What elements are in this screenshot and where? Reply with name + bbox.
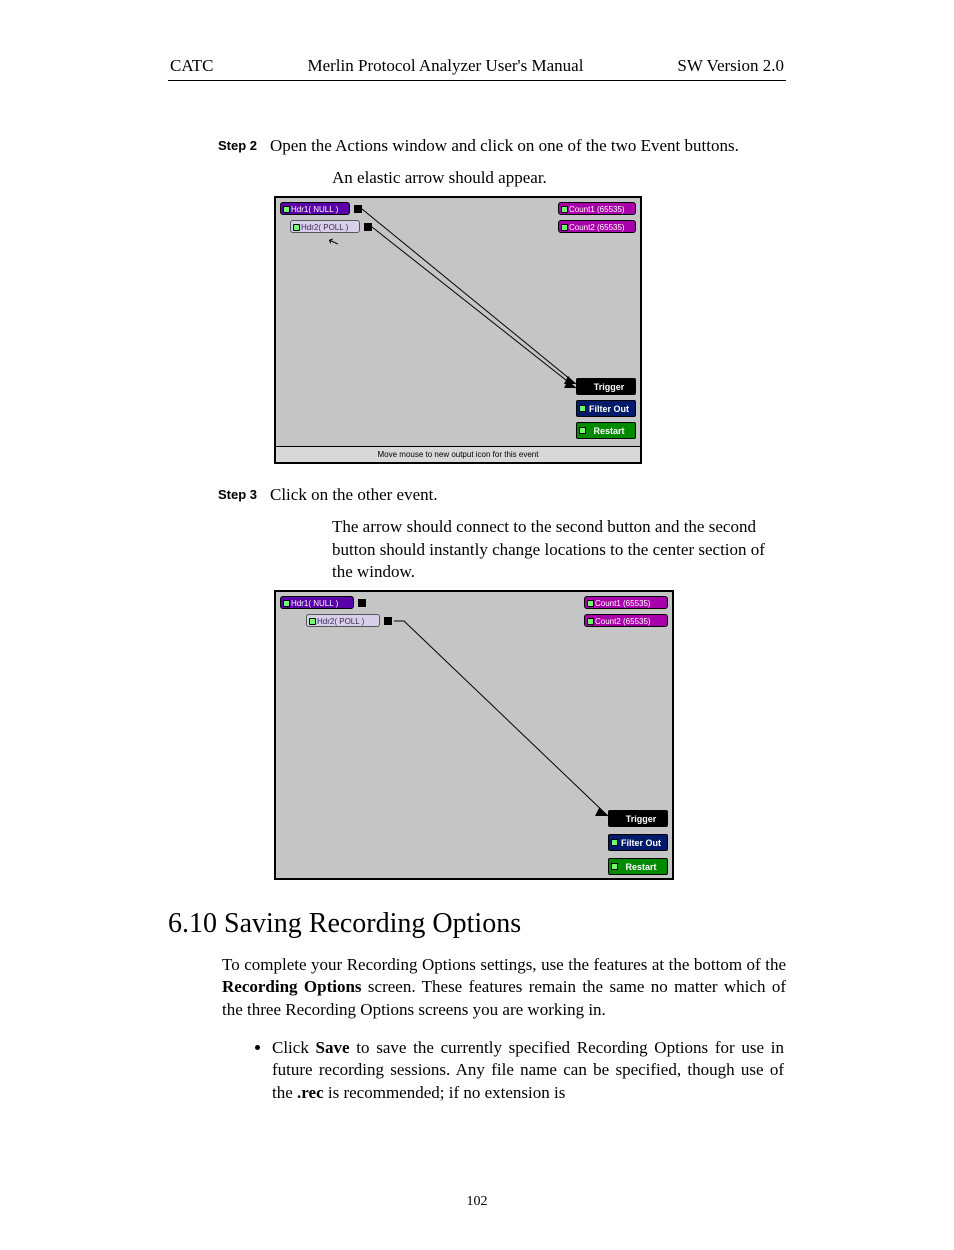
bold-rec-extension: .rec [297,1083,324,1102]
restart-button[interactable]: Restart [608,858,668,875]
count2-chip[interactable]: Count2 (65535) [584,614,668,627]
event-hdr1-button[interactable]: Hdr1( NULL ) [280,202,350,215]
text: Click [272,1038,316,1057]
status-bar: Move mouse to new output icon for this e… [276,446,640,462]
header-center: Merlin Protocol Analyzer User's Manual [307,56,583,76]
event-hdr1-button[interactable]: Hdr1( NULL ) [280,596,354,609]
event-hdr2-button[interactable]: Hdr2( POLL ) [290,220,360,233]
output-pin-icon [384,617,392,625]
cursor-pointer-icon: ↖ [326,232,342,251]
trigger-button[interactable]: Trigger [608,810,668,827]
page-header: CATC Merlin Protocol Analyzer User's Man… [168,56,786,80]
bold-save: Save [316,1038,350,1057]
step-3-block: Step 3 Click on the other event. [218,484,786,506]
step-3-note: The arrow should connect to the second b… [332,516,786,583]
filter-out-button[interactable]: Filter Out [576,400,636,417]
page-number: 102 [168,1194,786,1210]
step-2-text: Open the Actions window and click on one… [270,135,786,157]
step-2-block: Step 2 Open the Actions window and click… [218,135,786,157]
header-right: SW Version 2.0 [677,56,784,76]
actions-window-diagram-2: Hdr1( NULL ) Hdr2( POLL ) Count1 (65535)… [274,590,674,880]
restart-button[interactable]: Restart [576,422,636,439]
count1-chip[interactable]: Count1 (65535) [584,596,668,609]
document-page: CATC Merlin Protocol Analyzer User's Man… [0,0,954,1250]
output-pin-icon [358,599,366,607]
step-3-text: Click on the other event. [270,484,786,506]
step-2-note: An elastic arrow should appear. [332,167,786,189]
count1-chip[interactable]: Count1 (65535) [558,202,636,215]
step-3-label: Step 3 [218,484,270,506]
count2-chip[interactable]: Count2 (65535) [558,220,636,233]
section-intro-paragraph: To complete your Recording Options setti… [222,954,786,1021]
text: To complete your Recording Options setti… [222,955,786,974]
text: is recommended; if no extension is [324,1083,566,1102]
filter-out-button[interactable]: Filter Out [608,834,668,851]
list-item: Click Save to save the currently specifi… [272,1037,786,1104]
header-left: CATC [170,56,213,76]
output-pin-icon [354,205,362,213]
event-hdr2-button[interactable]: Hdr2( POLL ) [306,614,380,627]
header-rule [168,80,786,81]
actions-window-diagram-1: Hdr1( NULL ) Hdr2( POLL ) ↖ Count1 (6553… [274,196,642,464]
trigger-button[interactable]: Trigger [576,378,636,395]
bold-recording-options: Recording Options [222,977,362,996]
section-heading: 6.10 Saving Recording Options [168,908,786,940]
step-2-label: Step 2 [218,135,270,157]
output-pin-icon [364,223,372,231]
section-bullet-list: Click Save to save the currently specifi… [272,1037,786,1104]
